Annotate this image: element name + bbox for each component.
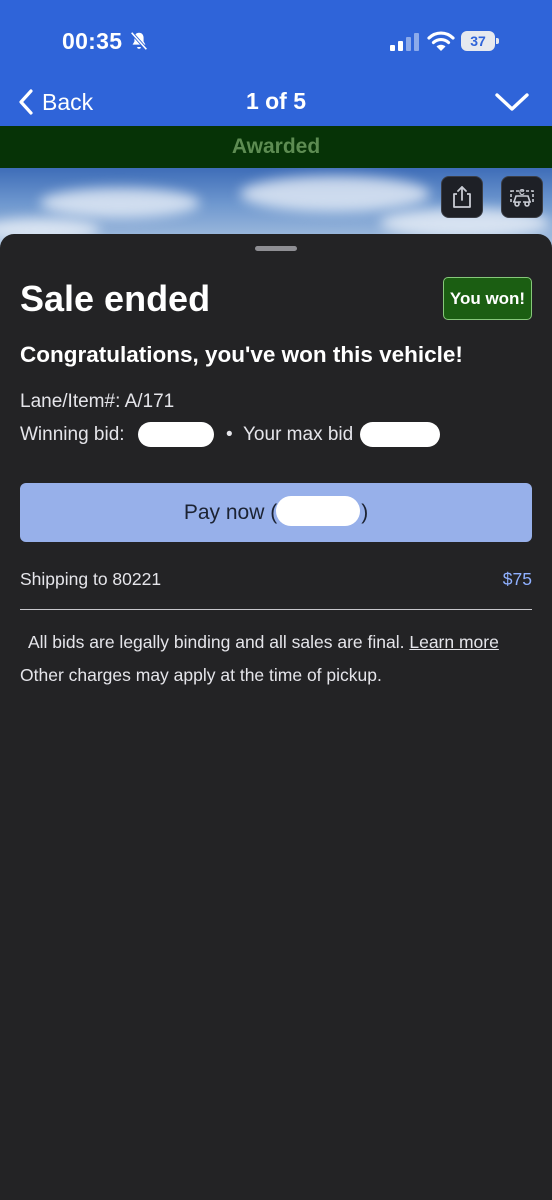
sheet-grabber[interactable]	[255, 246, 297, 251]
bid-separator: •	[226, 424, 233, 445]
awarded-banner: Awarded	[0, 126, 552, 168]
pay-now-label: Pay now (	[183, 501, 278, 524]
share-icon	[453, 186, 471, 208]
svg-text:C: C	[519, 188, 525, 197]
navigation-bar: Back 1 of 5	[0, 80, 552, 126]
wifi-icon	[427, 31, 455, 51]
lane-item-number: Lane/Item#: A/171	[20, 391, 175, 412]
max-bid-label: Your max bid	[243, 424, 354, 445]
back-button[interactable]: Back	[18, 84, 93, 120]
won-badge: You won!	[443, 277, 532, 320]
divider	[20, 609, 532, 610]
winning-bid-label: Winning bid:	[20, 424, 125, 445]
share-button[interactable]	[441, 176, 483, 218]
legal-notice: All bids are legally binding and all sal…	[28, 632, 499, 653]
vehicle-report-icon: C	[510, 188, 534, 207]
sale-status-title: Sale ended	[20, 278, 211, 319]
chevron-down-icon[interactable]	[494, 90, 530, 114]
chevron-left-icon	[19, 89, 33, 115]
redacted-winning-bid	[138, 422, 214, 447]
bottom-sheet: Sale ended You won! Congratulations, you…	[0, 234, 552, 1200]
congrats-message: Congratulations, you've won this vehicle…	[20, 342, 463, 367]
back-label: Back	[42, 88, 94, 115]
bell-slash-icon	[130, 31, 148, 51]
vehicle-report-button[interactable]: C	[501, 176, 543, 218]
legal-text: All bids are legally binding and all sal…	[28, 632, 405, 652]
status-time: 00:35	[62, 28, 123, 54]
learn-more-link[interactable]: Learn more	[409, 632, 499, 652]
shipping-price: $75	[502, 569, 532, 589]
battery-level: 37	[461, 31, 495, 51]
status-bar: 00:35 37	[0, 0, 552, 80]
pickup-charges-note: Other charges may apply at the time of p…	[20, 665, 382, 685]
bid-summary: Winning bid: • Your max bid	[20, 424, 353, 446]
shipping-destination: Shipping to 80221	[20, 569, 162, 589]
battery-icon: 37	[461, 31, 499, 51]
redacted-max-bid	[360, 422, 440, 447]
redacted-pay-amount	[276, 496, 360, 526]
signal-icon	[390, 33, 419, 51]
